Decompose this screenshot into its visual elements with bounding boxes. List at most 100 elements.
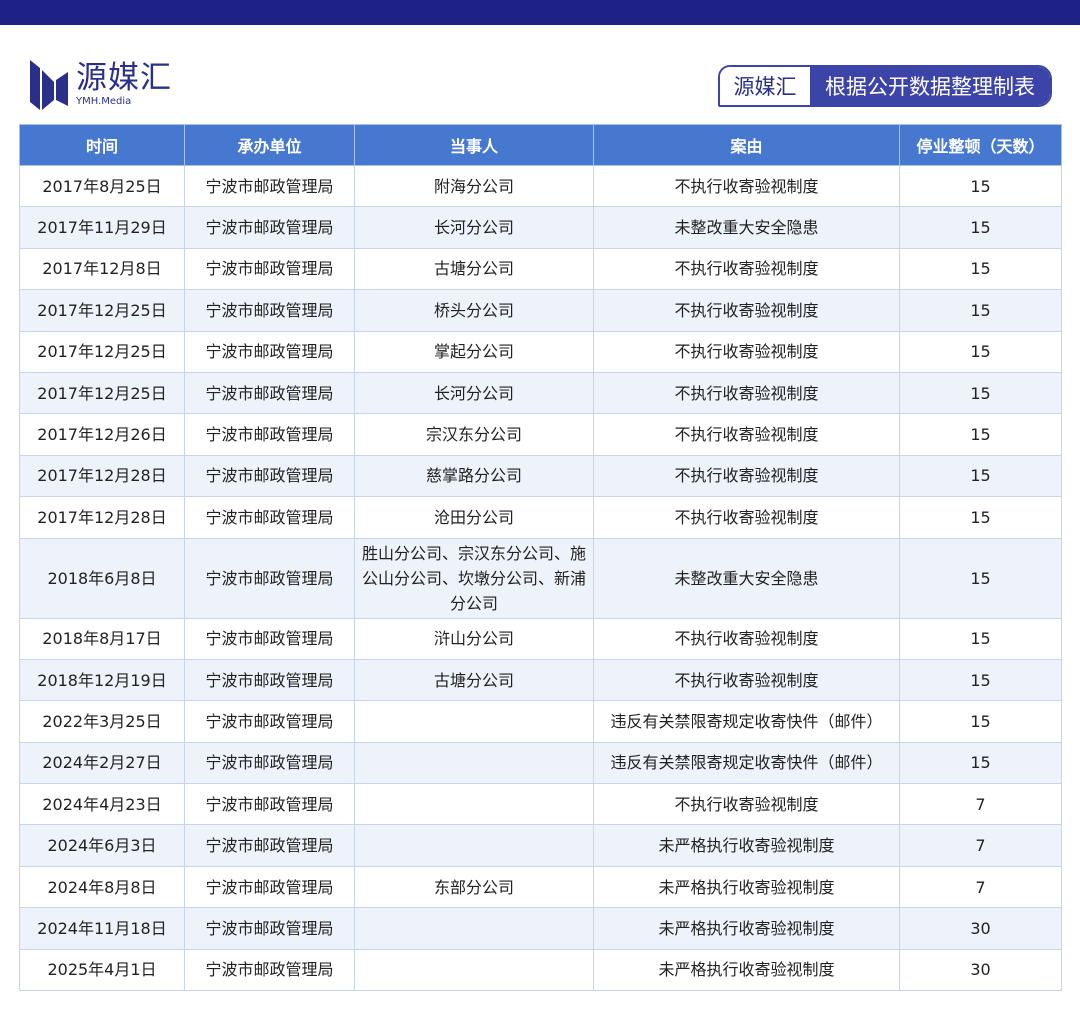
cell-suspension-days: 15 xyxy=(899,741,1062,785)
cell-date: 2024年2月27日 xyxy=(19,741,185,785)
cell-suspension-days: 15 xyxy=(899,496,1062,539)
cell-date: 2017年12月26日 xyxy=(19,413,185,456)
cell-suspension-days: 15 xyxy=(899,164,1062,208)
source-badge: 源媒汇 根据公开数据整理制表 xyxy=(718,65,1052,107)
cell-suspension-days: 15 xyxy=(899,330,1062,373)
table-row: 2017年12月25日 宁波市邮政管理局 桥头分公司 不执行收寄验视制度 15 xyxy=(19,289,1062,332)
cell-party: 东部分公司 xyxy=(354,865,594,909)
cell-suspension-days: 15 xyxy=(899,247,1062,291)
cell-date: 2017年12月8日 xyxy=(19,247,185,291)
cell-party xyxy=(354,741,594,785)
cell-reason: 不执行收寄验视制度 xyxy=(593,247,900,291)
cell-authority: 宁波市邮政管理局 xyxy=(184,617,355,660)
cell-date: 2022年3月25日 xyxy=(19,700,185,743)
cell-party xyxy=(354,948,594,992)
table-row: 2017年8月25日 宁波市邮政管理局 附海分公司 不执行收寄验视制度 15 xyxy=(19,164,1062,208)
cell-date: 2018年6月8日 xyxy=(19,537,185,619)
cell-party: 古塘分公司 xyxy=(354,658,594,702)
logo: 源媒汇 YMH.Media xyxy=(28,60,172,110)
badge-brand: 源媒汇 xyxy=(720,67,810,105)
cell-date: 2024年8月8日 xyxy=(19,865,185,909)
cell-authority: 宁波市邮政管理局 xyxy=(184,496,355,539)
logo-mark-icon xyxy=(30,60,68,110)
cell-reason: 不执行收寄验视制度 xyxy=(593,371,900,415)
cell-reason: 不执行收寄验视制度 xyxy=(593,454,900,498)
cell-authority: 宁波市邮政管理局 xyxy=(184,537,355,619)
table-row: 2024年11月18日 宁波市邮政管理局 未严格执行收寄验视制度 30 xyxy=(19,907,1062,950)
cell-authority: 宁波市邮政管理局 xyxy=(184,783,355,826)
cell-suspension-days: 15 xyxy=(899,454,1062,498)
cell-authority: 宁波市邮政管理局 xyxy=(184,330,355,373)
table-row: 2025年4月1日 宁波市邮政管理局 未严格执行收寄验视制度 30 xyxy=(19,948,1062,992)
cell-authority: 宁波市邮政管理局 xyxy=(184,948,355,992)
cell-reason: 未整改重大安全隐患 xyxy=(593,206,900,249)
table-row: 2017年12月28日 宁波市邮政管理局 沧田分公司 不执行收寄验视制度 15 xyxy=(19,496,1062,539)
cell-date: 2017年8月25日 xyxy=(19,164,185,208)
cell-suspension-days: 7 xyxy=(899,783,1062,826)
column-header-suspension-days: 停业整顿（天数） xyxy=(899,124,1062,166)
cell-reason: 不执行收寄验视制度 xyxy=(593,783,900,826)
table-row: 2017年12月26日 宁波市邮政管理局 宗汉东分公司 不执行收寄验视制度 15 xyxy=(19,413,1062,456)
cell-reason: 不执行收寄验视制度 xyxy=(593,330,900,373)
top-banner xyxy=(0,0,1080,25)
logo-name: 源媒汇 xyxy=(76,60,172,96)
cell-party: 胜山分公司、宗汉东分公司、施公山分公司、坎墩分公司、新浦分公司 xyxy=(354,537,594,619)
cell-date: 2017年12月25日 xyxy=(19,289,185,332)
cell-reason: 不执行收寄验视制度 xyxy=(593,496,900,539)
logo-subtitle: YMH.Media xyxy=(76,96,132,107)
cell-authority: 宁波市邮政管理局 xyxy=(184,824,355,867)
table-row: 2018年8月17日 宁波市邮政管理局 浒山分公司 不执行收寄验视制度 15 xyxy=(19,617,1062,660)
cell-reason: 不执行收寄验视制度 xyxy=(593,617,900,660)
cell-suspension-days: 15 xyxy=(899,206,1062,249)
cell-authority: 宁波市邮政管理局 xyxy=(184,247,355,291)
table-row: 2022年3月25日 宁波市邮政管理局 违反有关禁限寄规定收寄快件（邮件） 15 xyxy=(19,700,1062,743)
table-row: 2018年6月8日 宁波市邮政管理局 胜山分公司、宗汉东分公司、施公山分公司、坎墩分… xyxy=(19,537,1062,619)
cell-date: 2018年8月17日 xyxy=(19,617,185,660)
cell-reason: 不执行收寄验视制度 xyxy=(593,658,900,702)
cell-suspension-days: 15 xyxy=(899,537,1062,619)
cell-reason: 违反有关禁限寄规定收寄快件（邮件） xyxy=(593,741,900,785)
cell-date: 2017年12月25日 xyxy=(19,330,185,373)
cell-suspension-days: 15 xyxy=(899,371,1062,415)
cell-date: 2024年11月18日 xyxy=(19,907,185,950)
table-row: 2017年12月25日 宁波市邮政管理局 长河分公司 不执行收寄验视制度 15 xyxy=(19,371,1062,415)
cell-suspension-days: 7 xyxy=(899,824,1062,867)
cell-reason: 不执行收寄验视制度 xyxy=(593,289,900,332)
cell-reason: 不执行收寄验视制度 xyxy=(593,413,900,456)
cell-date: 2018年12月19日 xyxy=(19,658,185,702)
column-header-authority: 承办单位 xyxy=(184,124,355,166)
cell-suspension-days: 15 xyxy=(899,617,1062,660)
cell-date: 2017年12月25日 xyxy=(19,371,185,415)
cell-authority: 宁波市邮政管理局 xyxy=(184,289,355,332)
table-header-row: 时间 承办单位 当事人 案由 停业整顿（天数） xyxy=(19,124,1062,166)
table-row: 2017年11月29日 宁波市邮政管理局 长河分公司 未整改重大安全隐患 15 xyxy=(19,206,1062,249)
cell-suspension-days: 15 xyxy=(899,289,1062,332)
table-row: 2024年8月8日 宁波市邮政管理局 东部分公司 未严格执行收寄验视制度 7 xyxy=(19,865,1062,909)
cell-party: 长河分公司 xyxy=(354,371,594,415)
cell-reason: 违反有关禁限寄规定收寄快件（邮件） xyxy=(593,700,900,743)
cell-party: 浒山分公司 xyxy=(354,617,594,660)
cell-authority: 宁波市邮政管理局 xyxy=(184,454,355,498)
cell-party xyxy=(354,824,594,867)
cell-party: 掌起分公司 xyxy=(354,330,594,373)
cell-party: 桥头分公司 xyxy=(354,289,594,332)
cell-party xyxy=(354,700,594,743)
table-row: 2024年2月27日 宁波市邮政管理局 违反有关禁限寄规定收寄快件（邮件） 15 xyxy=(19,741,1062,785)
cell-party: 宗汉东分公司 xyxy=(354,413,594,456)
cell-authority: 宁波市邮政管理局 xyxy=(184,413,355,456)
cell-reason: 未严格执行收寄验视制度 xyxy=(593,907,900,950)
table-row: 2018年12月19日 宁波市邮政管理局 古塘分公司 不执行收寄验视制度 15 xyxy=(19,658,1062,702)
table-row: 2017年12月28日 宁波市邮政管理局 慈掌路分公司 不执行收寄验视制度 15 xyxy=(19,454,1062,498)
cell-reason: 不执行收寄验视制度 xyxy=(593,164,900,208)
cell-reason: 未整改重大安全隐患 xyxy=(593,537,900,619)
column-header-date: 时间 xyxy=(19,124,185,166)
cell-authority: 宁波市邮政管理局 xyxy=(184,371,355,415)
cell-suspension-days: 30 xyxy=(899,907,1062,950)
cell-reason: 未严格执行收寄验视制度 xyxy=(593,824,900,867)
cell-party: 沧田分公司 xyxy=(354,496,594,539)
cell-party xyxy=(354,907,594,950)
penalty-table: 时间 承办单位 当事人 案由 停业整顿（天数） 2017年8月25日 宁波市邮政管理局 附海… xyxy=(19,124,1062,992)
cell-party: 慈掌路分公司 xyxy=(354,454,594,498)
table-row: 2024年4月23日 宁波市邮政管理局 不执行收寄验视制度 7 xyxy=(19,783,1062,826)
badge-caption: 根据公开数据整理制表 xyxy=(810,67,1050,105)
